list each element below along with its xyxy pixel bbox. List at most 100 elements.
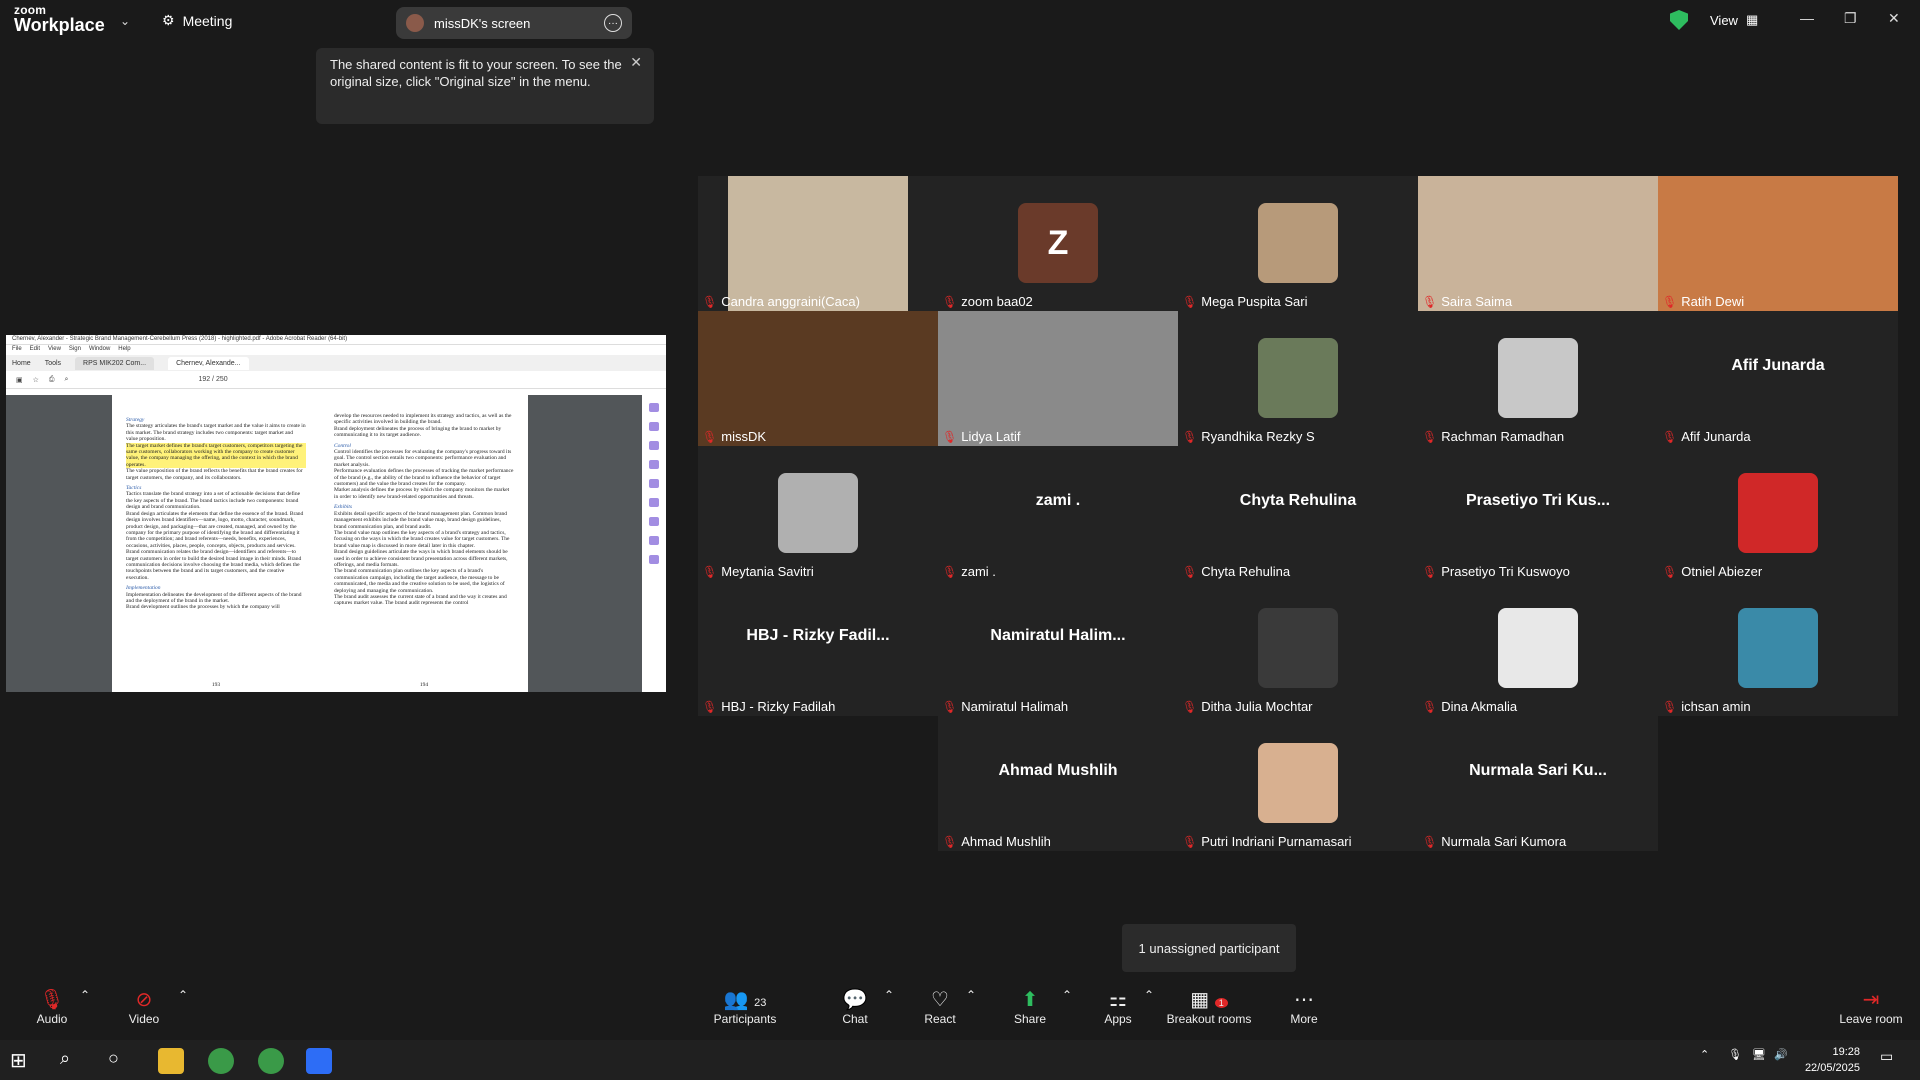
mic-muted-icon: 🎙: [1422, 429, 1438, 444]
mic-muted-icon: 🎙: [1662, 429, 1678, 444]
task-view-icon[interactable]: ○: [108, 1048, 134, 1074]
participant-tile[interactable]: 🎙 Ratih Dewi: [1658, 176, 1898, 311]
shared-screen: Chernev, Alexander - Strategic Brand Man…: [6, 335, 666, 692]
more-icon[interactable]: ···: [604, 14, 622, 32]
participant-name-label: 🎙 Dina Akmalia: [1422, 699, 1517, 714]
chevron-up-icon[interactable]: ⌃: [884, 988, 894, 1002]
acrobat-tabs: Home Tools RPS MIK202 Com... Chernev, Al…: [6, 355, 666, 371]
share-button[interactable]: ⬆ Share: [1010, 988, 1050, 1026]
chevron-up-icon[interactable]: ⌃: [1700, 1048, 1718, 1074]
chevron-up-icon[interactable]: ⌃: [1144, 988, 1154, 1002]
participant-tile[interactable]: 🎙 Ditha Julia Mochtar: [1178, 581, 1418, 716]
tab-home: Home: [12, 359, 31, 367]
participant-display-name: Prasetiyo Tri Kus...: [1465, 492, 1611, 509]
participant-tile[interactable]: 🎙 Otniel Abiezer: [1658, 446, 1898, 581]
shield-icon[interactable]: [1670, 10, 1688, 30]
participant-tile[interactable]: Nurmala Sari Ku... 🎙 Nurmala Sari Kumora: [1418, 716, 1658, 851]
more-button[interactable]: ⋯ More: [1284, 988, 1324, 1026]
mic-muted-icon: 🎙: [39, 989, 65, 1011]
windows-start-icon[interactable]: ⊞: [10, 1048, 36, 1074]
participant-gallery: 🎙 Candra anggraini(Caca) Z 🎙 zoom baa02 🎙 Mega…: [698, 176, 1898, 852]
participant-name-label: 🎙 Ahmad Mushlih: [942, 834, 1051, 849]
search-icon[interactable]: ⌕: [60, 1048, 86, 1074]
print-icon: ⎙: [48, 375, 55, 383]
participant-name: Nurmala Sari Kumora: [1441, 834, 1567, 849]
participant-video: [1658, 176, 1898, 311]
close-icon[interactable]: ✕: [1888, 10, 1900, 27]
participant-tile[interactable]: Chyta Rehulina 🎙 Chyta Rehulina: [1178, 446, 1418, 581]
apps-button[interactable]: ⚏ Apps: [1098, 988, 1138, 1026]
network-icon[interactable]: 🖥: [1752, 1048, 1770, 1074]
participant-tile[interactable]: 🎙 missDK: [698, 311, 938, 446]
participant-tile[interactable]: Z 🎙 zoom baa02: [938, 176, 1178, 311]
participant-tile[interactable]: 🎙 Rachman Ramadhan: [1418, 311, 1658, 446]
screen-share-pill[interactable]: missDK's screen ···: [396, 7, 632, 39]
clock[interactable]: 19:28 22/05/2025: [1805, 1044, 1860, 1076]
chevron-up-icon[interactable]: ⌃: [966, 988, 976, 1002]
participant-tile[interactable]: 🎙 Putri Indriani Purnamasari: [1178, 716, 1418, 851]
participants-button[interactable]: 👥 23 Participants: [710, 988, 780, 1026]
chevron-up-icon[interactable]: ⌃: [1062, 988, 1072, 1002]
clock-time: 19:28: [1832, 1046, 1860, 1058]
participant-tile[interactable]: Namiratul Halim... 🎙 Namiratul Halimah: [938, 581, 1178, 716]
paragraph: Performance evaluation defines the proce…: [334, 468, 514, 488]
participant-name-label: 🎙 Chyta Rehulina: [1182, 564, 1290, 579]
close-icon[interactable]: ✕: [630, 54, 642, 71]
leave-room-button[interactable]: ⇥ Leave room: [1836, 988, 1906, 1026]
restore-icon[interactable]: ❐: [1844, 10, 1857, 27]
zoom-app-icon[interactable]: [306, 1048, 332, 1074]
video-button[interactable]: ⊘ Video: [126, 988, 162, 1026]
participant-tile[interactable]: 🎙 Lidya Latif: [938, 311, 1178, 446]
tool-icon: [649, 479, 659, 488]
participant-name-label: 🎙 Namiratul Halimah: [942, 699, 1068, 714]
video-label: Video: [128, 1012, 160, 1026]
participant-tile[interactable]: 🎙 Mega Puspita Sari: [1178, 176, 1418, 311]
chrome-icon[interactable]: [258, 1048, 284, 1074]
participant-name-label: 🎙 Prasetiyo Tri Kuswoyo: [1422, 564, 1570, 579]
participant-tile[interactable]: 🎙 Dina Akmalia: [1418, 581, 1658, 716]
more-label: More: [1290, 1012, 1318, 1026]
top-bar: zoom Workplace ⌄ ⚙ Meeting missDK's scre…: [0, 0, 1920, 44]
chevron-up-icon[interactable]: ⌃: [80, 988, 90, 1002]
chevron-up-icon[interactable]: ⌃: [178, 988, 188, 1002]
menu-item: Help: [118, 346, 131, 352]
notification-icon[interactable]: ▭: [1880, 1048, 1906, 1074]
participant-name: Saira Saima: [1441, 294, 1513, 309]
mic-muted-icon: 🎙: [1422, 699, 1438, 714]
participant-tile[interactable]: 🎙 ichsan amin: [1658, 581, 1898, 716]
menu-item: File: [12, 346, 22, 352]
view-button[interactable]: View ▦: [1710, 12, 1758, 28]
participant-tile[interactable]: Prasetiyo Tri Kus... 🎙 Prasetiyo Tri Kuswo…: [1418, 446, 1658, 581]
file-explorer-icon[interactable]: [158, 1048, 184, 1074]
paragraph: The strategy articulates the brand's tar…: [126, 423, 306, 443]
participant-tile[interactable]: 🎙 Candra anggraini(Caca): [698, 176, 938, 311]
participant-tile[interactable]: HBJ - Rizky Fadil... 🎙 HBJ - Rizky Fadilah: [698, 581, 938, 716]
chat-button[interactable]: 💬 Chat: [835, 988, 875, 1026]
participant-tile[interactable]: 🎙 Meytania Savitri: [698, 446, 938, 581]
breakout-rooms-button[interactable]: ▦ 1 Breakout rooms: [1164, 988, 1254, 1026]
logo-text-bottom: Workplace: [14, 15, 105, 35]
volume-icon[interactable]: 🔊: [1774, 1048, 1792, 1074]
react-button[interactable]: ♡ React: [920, 988, 960, 1026]
participant-tile[interactable]: zami . 🎙 zami .: [938, 446, 1178, 581]
pdf-page-left: Strategy The strategy articulates the br…: [112, 395, 320, 692]
chrome-icon[interactable]: [208, 1048, 234, 1074]
page-number: 193: [211, 681, 221, 688]
meeting-info-button[interactable]: ⚙ Meeting: [162, 12, 232, 29]
minimize-icon[interactable]: —: [1800, 10, 1814, 26]
chevron-down-icon[interactable]: ⌄: [120, 14, 130, 28]
unassigned-participant-notice[interactable]: 1 unassigned participant: [1122, 924, 1296, 972]
menu-item: View: [48, 346, 61, 352]
mic-muted-icon: 🎙: [1662, 699, 1678, 714]
windows-taskbar: ⊞ ⌕ ○ ⌃ 🎙 🖥 🔊 19:28 22/05/2025 ▭: [0, 1040, 1920, 1080]
participant-tile[interactable]: Afif Junarda 🎙 Afif Junarda: [1658, 311, 1898, 446]
share-label: Share: [1013, 1012, 1047, 1026]
participant-tile[interactable]: 🎙 Saira Saima: [1418, 176, 1658, 311]
participant-tile[interactable]: 🎙 Ryandhika Rezky S: [1178, 311, 1418, 446]
participant-tile[interactable]: Ahmad Mushlih 🎙 Ahmad Mushlih: [938, 716, 1178, 851]
participant-name: Mega Puspita Sari: [1201, 294, 1308, 309]
acrobat-tools-sidebar: [642, 395, 666, 692]
audio-button[interactable]: 🎙 Audio: [34, 988, 70, 1026]
mic-icon[interactable]: 🎙: [1728, 1048, 1746, 1074]
acrobat-menu: File Edit View Sign Window Help: [6, 345, 666, 355]
